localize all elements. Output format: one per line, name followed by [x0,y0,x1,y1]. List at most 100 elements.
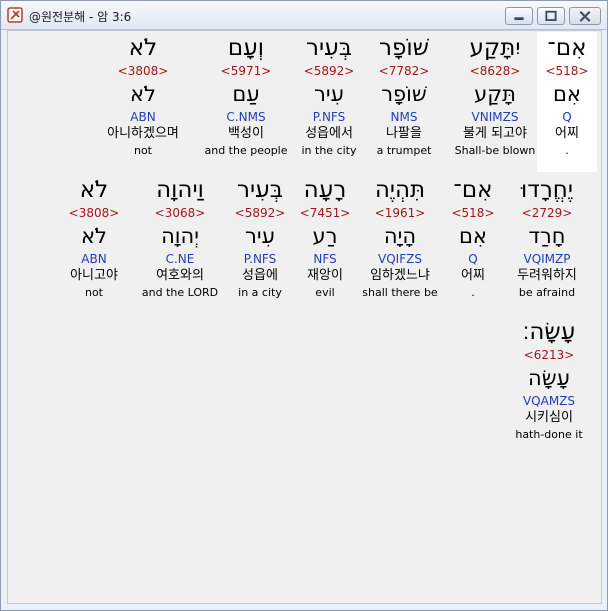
word-card[interactable]: עָשָׂה׃ <6213> עָשָׂה VQAMZS 시키심이 hath-d… [508,316,590,442]
korean-gloss: 아니하겠으며 [107,126,179,141]
strong-number: <518> [451,206,495,220]
strong-number: <3808> [68,206,120,220]
parsing-code: P.NFS [243,252,277,266]
parsing-code: VQIMZP [523,252,571,266]
korean-gloss: 어찌 [461,268,485,283]
parsing-code: C.NE [165,252,195,266]
hebrew-root: רַע [312,224,338,248]
hebrew-word: לֹא [128,35,158,61]
hebrew-root: לֹא [81,224,107,248]
korean-gloss: 어찌 [555,126,579,141]
parsing-code: VQAMZS [522,394,576,408]
hebrew-word: לֹא [79,177,109,203]
korean-gloss: 성읍에서 [305,126,353,141]
strong-number: <5892> [234,206,286,220]
close-button[interactable] [569,7,601,25]
word-card[interactable]: יִתָּקַע <8628> תָּקַע VNIMZS 불게 되고야 Sha… [450,32,540,158]
word-card[interactable]: וְעָם <5971> עַם C.NMS 백성이 and the peopl… [198,32,294,158]
hebrew-word: אִם־ [453,177,493,203]
english-gloss: Shall-be blown [454,144,536,157]
korean-gloss: 두려워하지 [517,268,577,283]
english-gloss: hath-done it [515,428,583,441]
hebrew-word: בְּעִיר [236,177,284,203]
hebrew-root: חָרַד [528,224,566,248]
parsing-code: C.NMS [226,110,266,124]
strong-number: <8628> [469,64,521,78]
korean-gloss: 시키심이 [525,410,573,425]
minimize-button[interactable] [505,7,533,25]
hebrew-root: תָּקַע [474,82,516,106]
korean-gloss: 여호와의 [156,268,204,283]
hebrew-word: תִּהְיֶה [374,177,426,203]
maximize-icon [545,10,557,21]
english-gloss: in the city [301,144,357,157]
hebrew-word: יִתָּקַע [469,35,521,61]
word-card[interactable]: לֹא <3808> לֹא ABN 아니하겠으며 not [93,32,193,158]
hebrew-root: עִיר [245,224,275,248]
strong-number: <6213> [523,348,575,362]
hebrew-word: רָעָה [303,177,347,203]
parsing-code: NMS [390,110,418,124]
parsing-code: P.NFS [312,110,346,124]
english-gloss: and the people [204,144,288,157]
maximize-button[interactable] [537,7,565,25]
hebrew-root: יְהוָה [161,224,199,248]
word-card[interactable]: בְּעִיר <5892> עִיר P.NFS 성읍에서 in the ci… [291,32,367,158]
korean-gloss: 성읍에 [242,268,278,283]
word-card[interactable]: בְּעִיר <5892> עִיר P.NFS 성읍에 in a city [228,174,292,300]
word-card[interactable]: יֶחֱרָדוּ <2729> חָרַד VQIMZP 두려워하지 be a… [505,174,589,300]
title-bar[interactable]: @원전분해 - 암 3:6 [1,1,607,30]
app-window: @원전분해 - 암 3:6 אִם־ <518> אִם Q 어찌 . יִתָ… [0,0,608,611]
english-gloss: a trumpet [376,144,432,157]
hebrew-root: שׁוֹפָר [381,82,427,106]
parsing-code: ABN [81,252,107,266]
strong-number: <518> [545,64,589,78]
strong-number: <7451> [299,206,351,220]
hebrew-word: שׁוֹפָר [379,35,429,61]
strong-number: <5892> [303,64,355,78]
strong-number: <3068> [154,206,206,220]
english-gloss: in a city [238,286,282,299]
parsing-code: VQIFZS [378,252,422,266]
word-card[interactable]: וַיהוָה <3068> יְהוָה C.NE 여호와의 and the … [134,174,226,300]
hebrew-word: וְעָם [227,35,265,61]
parsing-code: Q [562,110,572,124]
hebrew-root: עַם [232,82,260,106]
korean-gloss: 불게 되고야 [463,126,527,141]
word-card[interactable]: אִם־ <518> אִם Q 어찌 . [446,174,500,300]
hebrew-root: עִיר [314,82,344,106]
english-gloss: be afraind [518,286,576,299]
korean-gloss: 아니고야 [70,268,118,283]
word-card[interactable]: תִּהְיֶה <1961> הָיָה VQIFZS 임하겠느냐 shall… [358,174,442,300]
hebrew-root: אִם [553,82,581,106]
close-icon [579,11,591,22]
word-card[interactable]: רָעָה <7451> רַע NFS 재앙이 evil [296,174,354,300]
korean-gloss: 재앙이 [307,268,343,283]
korean-gloss: 백성이 [228,126,264,141]
english-gloss: shall there be [362,286,438,299]
parsing-code: VNIMZS [471,110,519,124]
english-gloss: and the LORD [141,286,219,299]
hebrew-word: אִם־ [547,35,587,61]
hebrew-root: אִם [459,224,487,248]
hebrew-root: לֹא [130,82,156,106]
hebrew-root: עָשָׂה [528,366,570,390]
word-card[interactable]: אִם־ <518> אִם Q 어찌 . [537,32,597,172]
hebrew-word: עָשָׂה׃ [522,319,576,345]
parsing-code: ABN [130,110,156,124]
parsing-code: Q [468,252,478,266]
korean-gloss: 나팔을 [386,126,422,141]
hebrew-root: הָיָה [383,224,417,248]
hebrew-word: בְּעִיר [305,35,353,61]
analysis-pane: אִם־ <518> אִם Q 어찌 . יִתָּקַע <8628> תָ… [7,30,602,604]
english-gloss: . [565,144,569,157]
strong-number: <3808> [117,64,169,78]
strong-number: <2729> [521,206,573,220]
strong-number: <7782> [378,64,430,78]
strong-number: <1961> [374,206,426,220]
word-card[interactable]: שׁוֹפָר <7782> שׁוֹפָר NMS 나팔을 a trumpet [366,32,442,158]
parsing-code: NFS [313,252,337,266]
english-gloss: . [471,286,475,299]
word-card[interactable]: לֹא <3808> לֹא ABN 아니고야 not [60,174,128,300]
hebrew-word: יֶחֱרָדוּ [521,177,573,203]
